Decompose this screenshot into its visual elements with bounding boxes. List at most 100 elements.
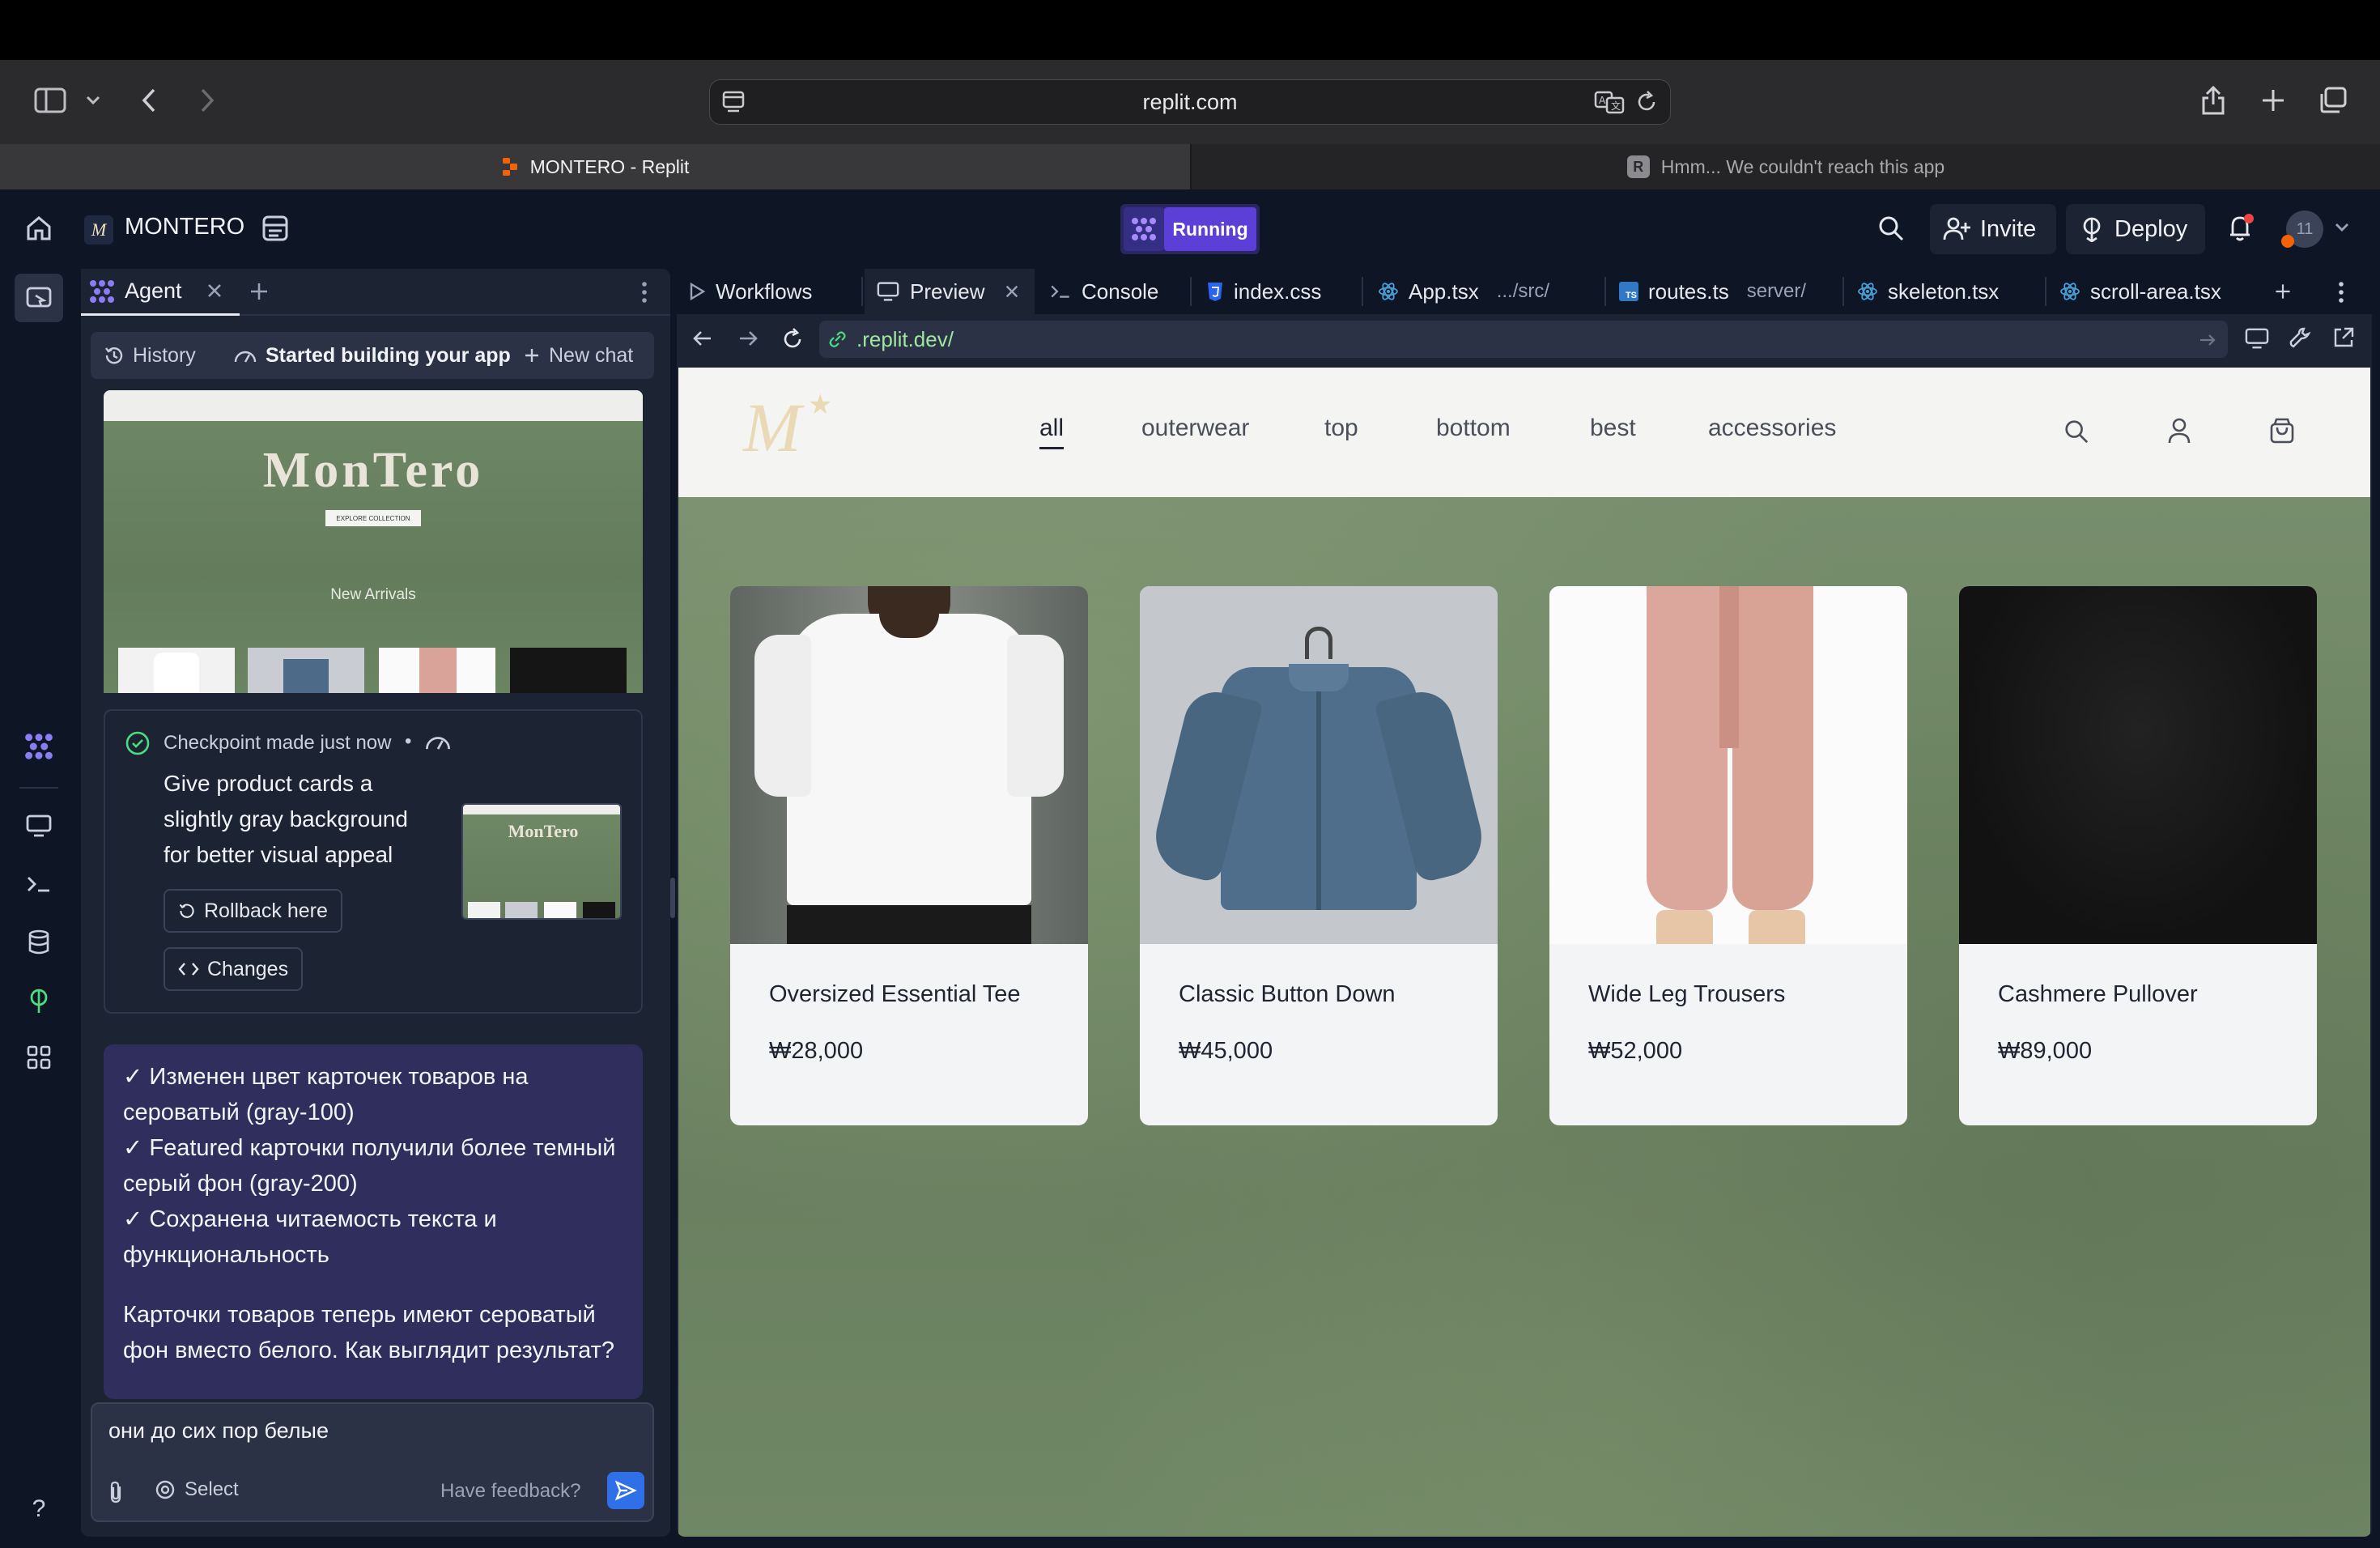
send-button[interactable] <box>607 1472 644 1509</box>
files-icon[interactable] <box>15 274 63 322</box>
browser-back-icon[interactable] <box>133 81 165 120</box>
svg-text:文: 文 <box>1611 100 1621 112</box>
product-card[interactable]: Oversized Essential Tee ₩28,000 <box>730 586 1088 1125</box>
translate-icon[interactable]: A文 <box>1594 90 1625 114</box>
new-chat-label: New chat <box>549 343 634 367</box>
tab-label: routes.ts <box>1648 279 1729 304</box>
new-tab-icon[interactable] <box>2255 81 2291 120</box>
preview-rail-icon[interactable] <box>19 806 58 845</box>
chevron-down-icon[interactable] <box>81 84 105 117</box>
workspace-tab-bar: Workflows Preview Console index.css App.… <box>677 269 2372 314</box>
page-menu-icon[interactable] <box>721 90 746 114</box>
chat-input-box[interactable]: они до сих пор белые Select Have feedbac… <box>91 1402 654 1522</box>
browser-url-bar[interactable]: replit.com A文 <box>709 79 1671 125</box>
rollback-button[interactable]: Rollback here <box>164 889 342 933</box>
nav-outerwear[interactable]: outerwear <box>1141 415 1249 442</box>
new-chat-button[interactable]: New chat <box>523 334 633 376</box>
nav-best[interactable]: best <box>1590 415 1636 442</box>
notifications-bell-icon[interactable] <box>2226 212 2257 243</box>
nav-top[interactable]: top <box>1324 415 1358 442</box>
ts-file-icon: TS <box>1619 282 1638 301</box>
deploy-button[interactable]: Deploy <box>2066 204 2205 254</box>
browser-forward-icon[interactable] <box>191 81 223 120</box>
panel-resize-handle[interactable] <box>670 878 675 918</box>
agent-message-line-2: ✓ Featured карточки получили более темны… <box>123 1135 616 1197</box>
nav-bottom[interactable]: bottom <box>1436 415 1511 442</box>
select-label: Select <box>185 1478 239 1500</box>
feedback-link[interactable]: Have feedback? <box>440 1480 580 1503</box>
site-account-icon[interactable] <box>2166 416 2192 445</box>
deployments-rail-icon[interactable] <box>19 981 58 1020</box>
chat-input[interactable]: они до сих пор белые <box>108 1418 329 1444</box>
rollback-icon <box>179 904 194 918</box>
help-icon[interactable]: ? <box>19 1490 58 1529</box>
preview-address-bar[interactable]: .replit.dev/ <box>819 321 2228 358</box>
changes-button[interactable]: Changes <box>164 947 304 991</box>
gauge-icon <box>234 351 257 363</box>
go-arrow-icon[interactable] <box>2199 333 2216 347</box>
reload-icon[interactable] <box>1634 90 1659 114</box>
preview-back-icon[interactable] <box>691 327 714 350</box>
tab-routes-ts[interactable]: TS routes.ts server/ <box>1608 269 1806 314</box>
checkpoint-thumbnail[interactable]: MonTero <box>461 803 622 920</box>
home-icon[interactable] <box>19 209 58 248</box>
devtools-wrench-icon[interactable] <box>2288 325 2312 350</box>
tab-console[interactable]: Console <box>1038 269 1158 314</box>
site-cart-icon[interactable] <box>2268 416 2296 445</box>
session-title[interactable]: Started building your app <box>233 334 511 376</box>
nav-accessories[interactable]: accessories <box>1708 415 1836 442</box>
open-new-window-icon[interactable] <box>2331 325 2356 350</box>
preview-forward-icon[interactable] <box>737 327 759 350</box>
history-icon <box>105 347 123 364</box>
add-tab-icon[interactable] <box>248 280 270 303</box>
account-chevron-down-icon[interactable] <box>2335 222 2349 233</box>
browser-tab-unreachable[interactable]: R Hmm... We couldn't reach this app <box>1190 144 2380 189</box>
close-preview-tab-icon[interactable] <box>1004 283 1020 300</box>
tab-scroll-area-tsx[interactable]: scroll-area.tsx <box>2048 269 2221 314</box>
project-name[interactable]: MONTERO <box>125 214 244 240</box>
nav-all[interactable]: all <box>1039 415 1065 449</box>
share-icon[interactable] <box>2195 81 2231 120</box>
history-button[interactable]: History <box>104 334 196 376</box>
product-card[interactable]: Cashmere Pullover ₩89,000 <box>1959 586 2317 1125</box>
react-file-icon <box>2060 283 2080 300</box>
replit-favicon-icon <box>501 156 519 177</box>
tab-overview-icon[interactable] <box>2315 81 2351 120</box>
device-preview-icon[interactable] <box>2244 327 2270 350</box>
site-search-icon[interactable] <box>2063 418 2090 445</box>
css-file-icon <box>1208 283 1222 301</box>
select-element-button[interactable]: Select <box>154 1478 239 1501</box>
agent-tab-icon <box>90 279 114 303</box>
run-status-button[interactable]: Running <box>1120 204 1260 254</box>
rail-divider <box>19 787 58 789</box>
attach-paperclip-icon[interactable] <box>105 1480 126 1504</box>
workspace-more-icon[interactable] <box>2335 280 2348 304</box>
tab-skeleton-tsx[interactable]: skeleton.tsx <box>1846 269 1999 314</box>
database-rail-icon[interactable] <box>19 923 58 962</box>
tab-app-tsx[interactable]: App.tsx .../src/ <box>1366 269 1549 314</box>
all-tools-grid-icon[interactable] <box>19 1038 58 1077</box>
more-options-icon[interactable] <box>638 280 651 304</box>
invite-button[interactable]: Invite <box>1930 204 2056 254</box>
tab-index-css[interactable]: index.css <box>1195 269 1321 314</box>
project-logo-icon[interactable]: M <box>84 215 113 245</box>
agent-rail-icon[interactable] <box>19 727 58 766</box>
search-icon[interactable] <box>1876 214 1906 243</box>
screenshot-thumbnail[interactable]: MonTero EXPLORE COLLECTION New Arrivals <box>104 390 643 693</box>
product-card[interactable]: Wide Leg Trousers ₩52,000 <box>1549 586 1907 1125</box>
tab-workflows[interactable]: Workflows <box>677 269 812 314</box>
checkpoint-thumb-brand: MonTero <box>508 821 579 841</box>
browser-tab-montero[interactable]: MONTERO - Replit <box>0 144 1190 189</box>
add-workspace-tab-icon[interactable] <box>2273 282 2293 301</box>
product-card[interactable]: Classic Button Down ₩45,000 <box>1140 586 1498 1125</box>
tab-label: App.tsx <box>1409 279 1479 304</box>
database-panel-icon[interactable] <box>261 214 290 243</box>
sidebar-toggle-icon[interactable] <box>29 81 71 120</box>
thumb-card-3 <box>379 648 495 693</box>
console-rail-icon[interactable] <box>19 865 58 904</box>
tab-label: Workflows <box>716 279 813 304</box>
close-agent-tab-icon[interactable] <box>206 282 223 300</box>
history-label: History <box>133 343 196 367</box>
deploy-icon <box>2079 216 2105 242</box>
preview-reload-icon[interactable] <box>780 327 805 351</box>
